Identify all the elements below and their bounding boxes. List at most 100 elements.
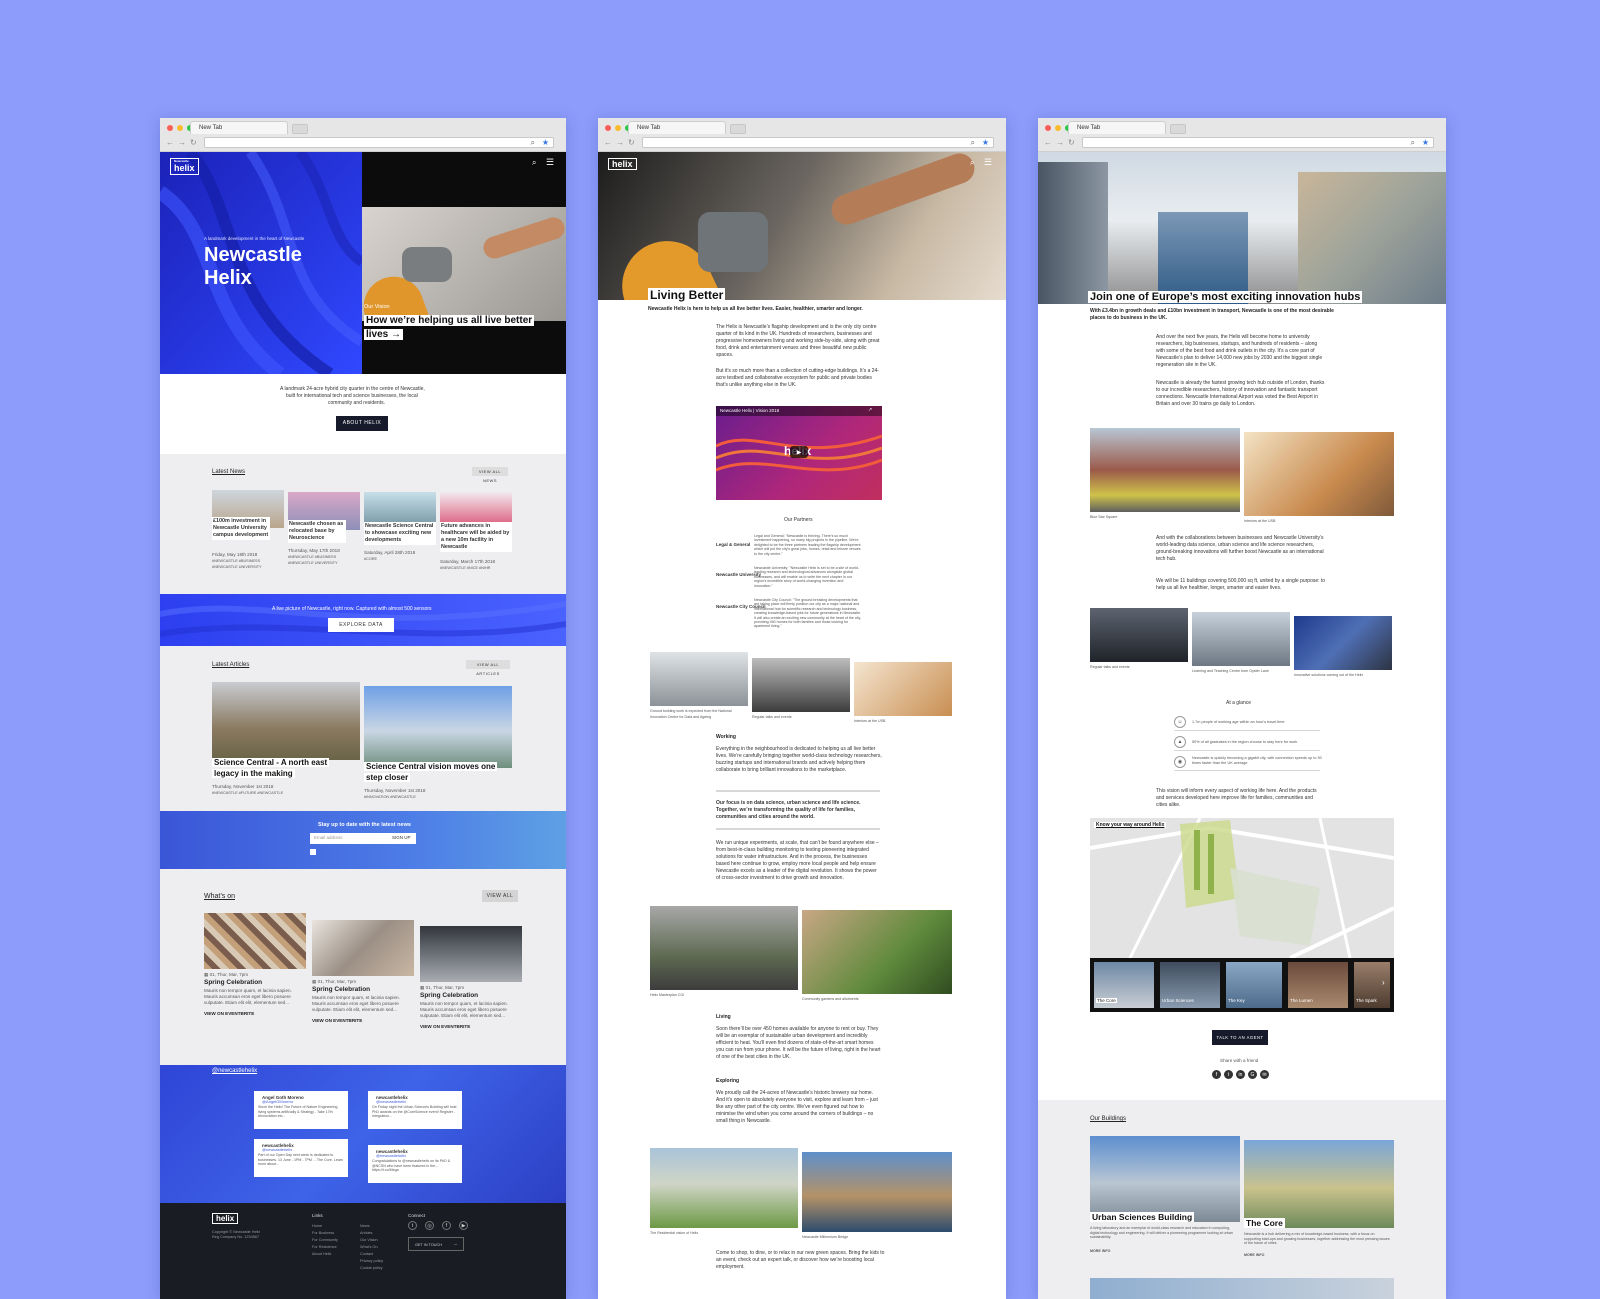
carousel-item-3[interactable]: The Key (1226, 962, 1282, 1008)
search-icon[interactable]: ⌕ (970, 158, 974, 168)
whatson-view-all-button[interactable]: VIEW ALL (482, 890, 518, 902)
article-title-1a[interactable]: Science Central - A north east (212, 758, 330, 767)
sign-up-button[interactable]: SIGN UP (392, 835, 411, 840)
play-icon[interactable]: ▶ (790, 446, 808, 458)
minimize-dot-icon[interactable] (1055, 125, 1061, 131)
news-card-2[interactable]: Newcastle chosen as relocated base by Ne… (288, 492, 360, 582)
footer-link-whatson[interactable]: What's On (360, 1244, 378, 1250)
carousel-item-1[interactable]: The Core (1094, 962, 1154, 1008)
bookmark-star-icon[interactable]: ★ (1422, 138, 1429, 148)
browser-tab[interactable]: New Tab (628, 121, 726, 134)
article-title-2-line1[interactable]: Science Central vision moves one (364, 762, 498, 771)
facebook-icon[interactable]: f (1212, 1070, 1221, 1079)
event-title-3[interactable]: Spring Celebration (420, 992, 478, 999)
news-card-3[interactable]: Newcastle Science Central to showcase ex… (364, 492, 436, 582)
tweet-card-1[interactable]: Angel Goth Moreno @AngelGMoreno Since th… (254, 1091, 348, 1129)
vision-title-1[interactable]: How we’re helping us all live better (364, 315, 535, 326)
instagram-icon[interactable]: ◎ (425, 1221, 434, 1230)
event-title-1[interactable]: Spring Celebration (204, 979, 262, 986)
about-helix-button[interactable]: ABOUT HELIX (336, 416, 388, 431)
building-title-1[interactable]: Urban Sciences Building (1090, 1212, 1195, 1222)
video-player[interactable]: Newcastle Helix | Vision 2018 ↗ helix ▶ (716, 406, 882, 500)
new-tab-button[interactable] (1170, 124, 1186, 134)
chevron-right-icon[interactable]: › (1382, 978, 1385, 987)
hero-vision-panel[interactable]: ⌕ ☰ Our Vision How we’re helping us all … (362, 152, 566, 374)
footer-link-contact[interactable]: Contact (360, 1251, 373, 1257)
article-card-2[interactable]: Science Central vision moves one step cl… (364, 686, 512, 811)
view-all-news-button[interactable]: VIEW ALL NEWS (472, 467, 508, 483)
browser-tab[interactable]: New Tab (1068, 121, 1166, 134)
event-link-1[interactable]: VIEW ON EVENTBRITE (204, 1011, 254, 1017)
search-icon[interactable]: ⌕ (971, 138, 975, 148)
building-link-1[interactable]: MORE INFO (1090, 1248, 1110, 1254)
tweet-card-2[interactable]: newcastlehelix @newcastlehelix On Friday… (368, 1091, 462, 1129)
explore-data-button[interactable]: EXPLORE DATA (328, 618, 394, 632)
article-title-2-line2[interactable]: step closer (364, 773, 411, 782)
footer-link-vision[interactable]: Our Vision (360, 1237, 378, 1243)
article-title-1-line1[interactable]: Science Central - A north east (212, 758, 330, 767)
email-icon[interactable]: ✉ (1260, 1070, 1269, 1079)
footer-link-residence[interactable]: For Residence (312, 1244, 337, 1250)
back-icon[interactable]: ← (1044, 138, 1052, 148)
back-icon[interactable]: ← (166, 138, 174, 148)
back-icon[interactable]: ← (604, 138, 612, 148)
address-bar[interactable]: ⌕ ★ (1082, 137, 1434, 148)
forward-icon[interactable]: → (616, 138, 624, 148)
building-title-2-text[interactable]: The Core (1244, 1218, 1285, 1228)
close-dot-icon[interactable] (605, 125, 611, 131)
google-plus-icon[interactable]: G (1248, 1070, 1257, 1079)
forward-icon[interactable]: → (1056, 138, 1064, 148)
article-title-2a[interactable]: Science Central vision moves one (364, 762, 498, 771)
search-icon[interactable]: ⌕ (531, 138, 535, 148)
youtube-icon[interactable]: ▶ (459, 1221, 468, 1230)
reload-icon[interactable]: ↻ (628, 138, 635, 148)
building-link-2[interactable]: MORE INFO (1244, 1252, 1264, 1258)
twitter-icon[interactable]: t (408, 1221, 417, 1230)
vision-title-line1[interactable]: How we’re helping us all live better (364, 315, 535, 326)
footer-link-community[interactable]: For Community (312, 1237, 338, 1243)
tweet-card-3[interactable]: newcastlehelix @newcastlehelix Part of o… (254, 1139, 348, 1177)
building-card-2[interactable]: The Core Newcastle is a hub delivering a… (1244, 1140, 1394, 1270)
minimize-dot-icon[interactable] (177, 125, 183, 131)
news-card-4[interactable]: Future advances in healthcare will be ai… (440, 492, 512, 584)
linkedin-icon[interactable]: in (1236, 1070, 1245, 1079)
browser-tab[interactable]: New Tab (190, 121, 288, 134)
minimize-dot-icon[interactable] (615, 125, 621, 131)
address-bar[interactable]: ⌕ ★ (204, 137, 554, 148)
tweet-card-4[interactable]: newcastlehelix @newcastlehelix Congratul… (368, 1145, 462, 1183)
vision-title-2[interactable]: lives → (364, 329, 404, 340)
get-in-touch-button[interactable]: GET IN TOUCH → (408, 1237, 464, 1251)
new-tab-button[interactable] (730, 124, 746, 134)
menu-icon[interactable]: ☰ (546, 157, 554, 168)
footer-link-news[interactable]: News (360, 1223, 370, 1229)
news-title-4[interactable]: Future advances in healthcare will be ai… (440, 522, 512, 552)
event-link-2[interactable]: VIEW ON EVENTBRITE (312, 1018, 362, 1024)
helix-logo[interactable]: Newcastle helix (170, 158, 199, 175)
footer-link-about[interactable]: About Helix (312, 1251, 331, 1257)
email-input[interactable]: Email address SIGN UP (310, 833, 416, 844)
article-title-1b[interactable]: legacy in the making (212, 769, 295, 778)
bookmark-star-icon[interactable]: ★ (982, 138, 989, 148)
footer-link-business[interactable]: For Business (312, 1230, 334, 1236)
talk-to-agent-button[interactable]: TALK TO AN AGENT (1212, 1030, 1268, 1045)
helix-logo[interactable]: helix (608, 158, 637, 170)
building-card-1[interactable]: Urban Sciences Building A living laborat… (1090, 1136, 1240, 1266)
news-card-1[interactable]: £100m investment in Newcastle University… (212, 490, 284, 580)
carousel-item-4[interactable]: The Lumen (1288, 962, 1348, 1008)
search-icon[interactable]: ⌕ (532, 158, 536, 168)
footer-link-articles[interactable]: Articles (360, 1230, 372, 1236)
view-all-articles-button[interactable]: VIEW ALL ARTICLES (466, 660, 510, 676)
news-title-1[interactable]: £100m investment in Newcastle University… (212, 517, 270, 540)
article-card-1[interactable]: Science Central - A north east legacy in… (212, 682, 360, 807)
article-title-1-line2[interactable]: legacy in the making (212, 769, 295, 778)
news-title-2[interactable]: Newcastle chosen as relocated base by Ne… (288, 520, 346, 543)
event-card-3[interactable]: ▦ 01, Thur, Mar, 7pm Spring Celebration … (420, 926, 522, 1046)
reload-icon[interactable]: ↻ (1068, 138, 1075, 148)
event-title-2[interactable]: Spring Celebration (312, 986, 370, 993)
address-bar[interactable]: ⌕ ★ (642, 137, 994, 148)
carousel-item-2[interactable]: Urban Sciences (1160, 962, 1220, 1008)
bookmark-star-icon[interactable]: ★ (542, 138, 549, 148)
news-title-3[interactable]: Newcastle Science Central to showcase ex… (364, 522, 436, 545)
building-title-2[interactable]: The Core (1244, 1218, 1285, 1228)
building-title-1-text[interactable]: Urban Sciences Building (1090, 1212, 1195, 1222)
